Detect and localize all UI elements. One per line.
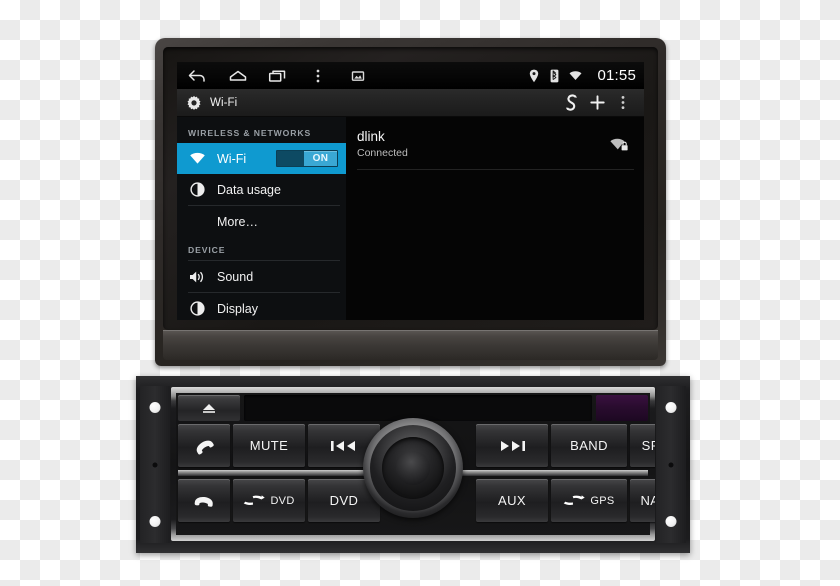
wifi-icon	[188, 149, 207, 168]
navi-button[interactable]: NAVI	[630, 479, 655, 522]
bluetooth-icon	[548, 68, 561, 84]
phone-answer-icon	[196, 440, 214, 454]
disc-slot-row	[176, 393, 650, 421]
car-monitor-bezel: 01:55 Wi-Fi WIRELESS & NETWORKS Wi-Fi ON…	[155, 38, 666, 366]
sd-dvd-button-label: DVD	[270, 494, 295, 507]
wifi-secured-icon	[608, 136, 630, 154]
knob-core	[382, 437, 444, 499]
status-icons: 01:55	[527, 67, 636, 84]
overflow-menu-icon[interactable]	[307, 66, 329, 86]
car-stereo-head-unit: MUTE BAND S DVD DVD AUX GPS NA	[136, 376, 690, 553]
aux-button-label: AUX	[498, 493, 526, 508]
call-end-button[interactable]	[178, 479, 230, 522]
previous-track-icon	[331, 440, 355, 451]
system-navigation-bar: 01:55	[177, 62, 644, 89]
add-network-icon[interactable]	[584, 92, 610, 114]
sd-dvd-button[interactable]: DVD	[233, 479, 305, 522]
mounting-bracket-right	[656, 386, 686, 543]
android-screen[interactable]: 01:55 Wi-Fi WIRELESS & NETWORKS Wi-Fi ON…	[177, 62, 644, 320]
sidebar-item-data-usage-label: Data usage	[217, 182, 281, 197]
sd-card-logo	[563, 494, 586, 507]
knob-center-cap	[396, 451, 430, 485]
display-icon	[188, 299, 207, 318]
sd-gps-button[interactable]: GPS	[551, 479, 627, 522]
wifi-network-list-pane: dlink Connected	[346, 117, 644, 320]
network-status: Connected	[357, 147, 408, 159]
monitor-inner-bezel: 01:55 Wi-Fi WIRELESS & NETWORKS Wi-Fi ON…	[163, 47, 658, 330]
bracket-hole-left	[152, 462, 158, 467]
screw-top-left	[149, 402, 161, 413]
source-button[interactable]: SRC	[630, 424, 655, 467]
network-ssid: dlink	[357, 129, 385, 144]
sidebar-item-wifi-label: Wi-Fi	[217, 151, 247, 166]
wifi-scan-icon[interactable]	[558, 92, 584, 114]
sidebar-item-sound[interactable]: Sound	[177, 261, 346, 292]
sidebar-item-wifi[interactable]: Wi-Fi ON	[177, 143, 346, 174]
recent-apps-icon[interactable]	[267, 66, 289, 86]
screenshot-canvas: 01:55 Wi-Fi WIRELESS & NETWORKS Wi-Fi ON…	[0, 0, 840, 586]
screenshot-icon[interactable]	[347, 66, 369, 86]
faceplate-inner: MUTE BAND S DVD DVD AUX GPS NA	[176, 393, 655, 535]
navigation-buttons	[187, 66, 369, 86]
next-track-icon	[501, 440, 525, 451]
disc-slot[interactable]	[244, 395, 592, 421]
sidebar-item-more[interactable]: More…	[177, 206, 346, 237]
screw-bottom-right	[665, 516, 677, 527]
sound-icon	[188, 267, 207, 286]
volume-rotary-knob[interactable]	[363, 418, 463, 518]
ir-receiver-window	[596, 395, 648, 421]
network-text-block: dlink Connected	[357, 129, 608, 160]
settings-action-bar: Wi-Fi	[177, 89, 644, 117]
head-unit-faceplate: MUTE BAND S DVD DVD AUX GPS NA	[171, 387, 655, 541]
action-bar-title: Wi-Fi	[210, 96, 238, 109]
source-button-label: SRC	[641, 438, 655, 453]
wifi-network-item[interactable]: dlink Connected	[346, 121, 644, 169]
settings-gear-icon	[185, 94, 203, 112]
settings-content: WIRELESS & NETWORKS Wi-Fi ON Data usage …	[177, 117, 644, 320]
mute-button-label: MUTE	[249, 438, 289, 453]
sidebar-item-more-label: More…	[217, 214, 258, 229]
navi-button-label: NAVI	[640, 493, 656, 508]
band-button-label: BAND	[570, 438, 608, 453]
status-clock: 01:55	[597, 67, 636, 84]
phone-end-icon	[194, 496, 213, 507]
section-header-device: DEVICE	[188, 245, 226, 255]
sd-gps-button-label: GPS	[590, 494, 615, 507]
screw-bottom-left	[149, 516, 161, 527]
screw-top-right	[665, 402, 677, 413]
mute-button[interactable]: MUTE	[233, 424, 305, 467]
sidebar-item-data-usage[interactable]: Data usage	[177, 174, 346, 205]
data-usage-icon	[188, 180, 207, 199]
aux-button[interactable]: AUX	[476, 479, 548, 522]
call-answer-button[interactable]	[178, 424, 230, 467]
overflow-menu-icon[interactable]	[610, 92, 636, 114]
monitor-bottom-bezel	[163, 330, 658, 360]
wifi-toggle-state: ON	[304, 151, 337, 166]
eject-button[interactable]	[178, 395, 240, 421]
sidebar-item-display-label: Display	[217, 301, 258, 316]
section-header-wireless: WIRELESS & NETWORKS	[188, 128, 312, 138]
wifi-signal-icon	[569, 68, 582, 84]
sidebar-item-sound-label: Sound	[217, 269, 254, 284]
network-divider	[357, 169, 634, 170]
bracket-hole-right	[668, 462, 674, 467]
settings-list-pane: WIRELESS & NETWORKS Wi-Fi ON Data usage …	[177, 117, 346, 320]
eject-icon	[203, 404, 215, 413]
home-icon[interactable]	[227, 66, 249, 86]
next-track-button[interactable]	[476, 424, 548, 467]
wifi-toggle-switch[interactable]: ON	[276, 150, 338, 167]
mounting-bracket-left	[140, 386, 170, 543]
back-arrow-icon[interactable]	[187, 66, 209, 86]
band-button[interactable]: BAND	[551, 424, 627, 467]
dvd-button-label: DVD	[329, 493, 359, 508]
sd-card-logo	[243, 494, 266, 507]
sidebar-item-display[interactable]: Display	[177, 293, 346, 320]
location-pin-icon	[527, 68, 540, 84]
